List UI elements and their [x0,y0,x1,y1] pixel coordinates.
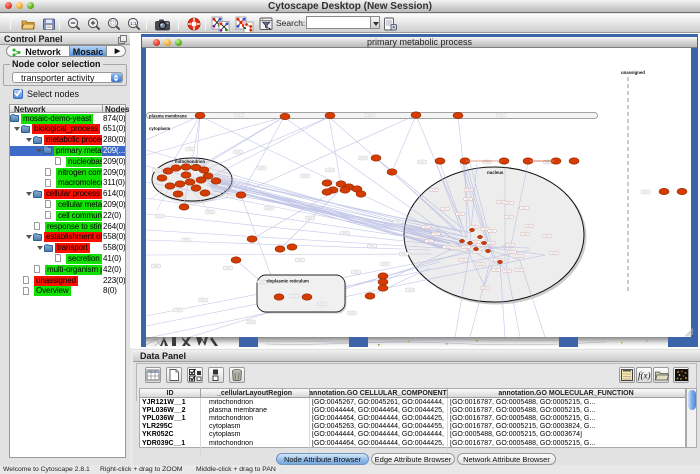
svg-text:f(x): f(x) [638,371,651,381]
svg-text:plasma membrane: plasma membrane [149,113,187,118]
svg-text:endoplasmic reticulum: endoplasmic reticulum [262,279,309,284]
svg-text:nucleus: nucleus [487,170,504,175]
svg-text:mitochondrion: mitochondrion [175,159,205,164]
svg-text:cytoplasm: cytoplasm [149,126,170,131]
svg-text:1:1: 1:1 [130,21,137,26]
svg-text:unassigned: unassigned [621,70,645,75]
